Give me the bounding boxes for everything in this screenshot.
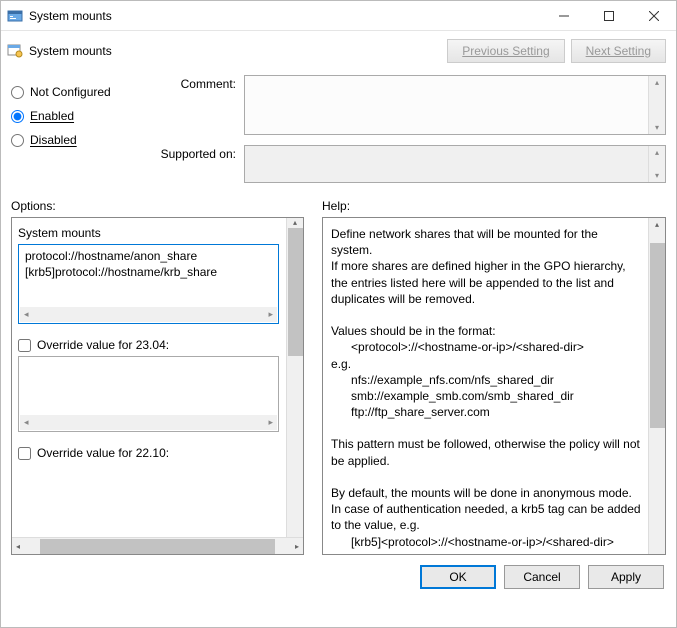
comment-field[interactable]: ▴▾ (244, 75, 666, 135)
state-radio-group: Not Configured Enabled Disabled (11, 75, 156, 193)
supported-scrollbar[interactable]: ▴▾ (648, 146, 665, 182)
options-v-scrollbar[interactable]: ▴ (286, 218, 303, 537)
radio-not-configured-label[interactable]: Not Configured (30, 85, 111, 99)
ok-button[interactable]: OK (420, 565, 496, 589)
header-row: System mounts Previous Setting Next Sett… (1, 31, 676, 71)
help-heading: Help: (322, 199, 666, 217)
apply-button[interactable]: Apply (588, 565, 664, 589)
close-button[interactable] (631, 1, 676, 30)
window-titlebar: System mounts (1, 1, 676, 31)
help-text: Define network shares that will be mount… (323, 218, 665, 555)
listbox-h-scrollbar[interactable]: ◂▸ (20, 307, 277, 322)
supported-on-field: ▴▾ (244, 145, 666, 183)
policy-icon (7, 43, 23, 59)
dialog-footer: OK Cancel Apply (1, 555, 676, 599)
header-label: System mounts (29, 44, 441, 58)
override-2304-h-scrollbar[interactable]: ◂▸ (20, 415, 277, 430)
maximize-button[interactable] (586, 1, 631, 30)
comment-label: Comment: (156, 75, 236, 91)
radio-not-configured[interactable] (11, 86, 24, 99)
system-mounts-listbox[interactable]: protocol://hostname/anon_share [krb5]pro… (18, 244, 279, 324)
app-icon (7, 8, 23, 24)
window-title: System mounts (29, 9, 541, 23)
help-pane: Define network shares that will be mount… (322, 217, 666, 555)
comment-scrollbar[interactable]: ▴▾ (648, 76, 665, 134)
override-2304-label[interactable]: Override value for 23.04: (37, 338, 169, 352)
radio-disabled-label[interactable]: Disabled (30, 133, 77, 147)
radio-disabled[interactable] (11, 134, 24, 147)
list-item[interactable]: [krb5]protocol://hostname/krb_share (25, 265, 272, 281)
radio-enabled-label[interactable]: Enabled (30, 109, 74, 123)
list-item[interactable]: protocol://hostname/anon_share (25, 249, 272, 265)
next-setting-button[interactable]: Next Setting (571, 39, 666, 63)
previous-setting-button[interactable]: Previous Setting (447, 39, 564, 63)
options-pane: System mounts protocol://hostname/anon_s… (11, 217, 304, 555)
override-2304-listbox[interactable]: ◂▸ (18, 356, 279, 432)
override-2210-label[interactable]: Override value for 22.10: (37, 446, 169, 460)
options-heading: Options: (11, 199, 304, 217)
cancel-button[interactable]: Cancel (504, 565, 580, 589)
minimize-button[interactable] (541, 1, 586, 30)
radio-enabled[interactable] (11, 110, 24, 123)
options-group-label: System mounts (18, 226, 279, 240)
supported-on-label: Supported on: (156, 145, 236, 161)
override-2304-checkbox[interactable] (18, 339, 31, 352)
options-h-scrollbar[interactable]: ◂▸ (12, 537, 303, 554)
override-2210-checkbox[interactable] (18, 447, 31, 460)
help-v-scrollbar[interactable]: ▴ (648, 218, 665, 554)
